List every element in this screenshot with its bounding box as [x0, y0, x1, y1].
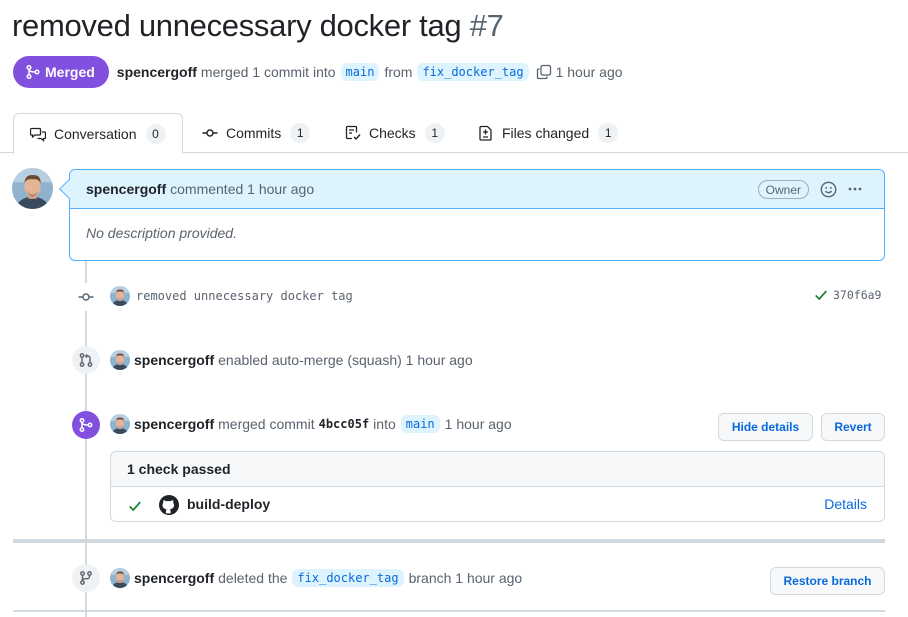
merged-state-badge: Merged — [13, 56, 109, 88]
tab-checks-label: Checks — [369, 125, 416, 141]
pr-title: removed unnecessary docker tag #7 — [12, 8, 504, 44]
comment-discussion-icon — [30, 127, 46, 142]
tab-checks-counter: 1 — [424, 123, 445, 143]
git-pull-request-icon — [72, 346, 100, 374]
deleted-time-text: branch 1 hour ago — [408, 570, 523, 586]
merged-event: spencergoff merged commit 4bcc05f into m… — [110, 414, 512, 434]
pr-author-link[interactable]: spencergoff — [117, 64, 197, 80]
checklist-icon — [345, 125, 361, 141]
merged-time: 1 hour ago — [444, 416, 512, 432]
merged-text: merged commit — [218, 416, 315, 432]
comment-author-link[interactable]: spencergoff — [86, 181, 166, 197]
git-commit-icon — [202, 129, 218, 137]
file-diff-icon — [479, 125, 492, 141]
pr-number: #7 — [469, 8, 504, 43]
commit-author-avatar[interactable] — [110, 286, 130, 306]
automerge-text: enabled auto-merge (squash) 1 hour ago — [218, 352, 473, 368]
copy-icon[interactable] — [536, 64, 552, 80]
tab-checks[interactable]: Checks 1 — [345, 113, 445, 153]
commit-message-link[interactable]: removed unnecessary docker tag — [136, 289, 353, 303]
tab-files-changed-label: Files changed — [502, 125, 590, 141]
tab-conversation[interactable]: Conversation 0 — [13, 113, 183, 154]
merged-base-branch-label[interactable]: main — [400, 415, 440, 433]
hide-details-button[interactable]: Hide details — [718, 413, 813, 441]
deleted-branch-label: fix_docker_tag — [292, 569, 404, 587]
automerge-event: spencergoff enabled auto-merge (squash) … — [110, 350, 473, 370]
check-name: build-deploy — [187, 496, 271, 512]
check-row: build-deploy Details — [111, 487, 884, 521]
kebab-horizontal-icon[interactable] — [847, 181, 863, 200]
merge-summary-text: merged 1 commit into — [200, 64, 336, 80]
automerge-author-link[interactable]: spencergoff — [134, 352, 214, 368]
git-merge-icon — [72, 411, 100, 439]
check-icon — [128, 499, 142, 516]
restore-branch-button[interactable]: Restore branch — [770, 567, 885, 595]
deleted-branch-event: spencergoff deleted the fix_docker_tag b… — [110, 568, 522, 588]
merged-state-label: Merged — [45, 64, 95, 80]
tab-commits-label: Commits — [226, 125, 282, 141]
add-reaction-icon[interactable] — [820, 181, 837, 201]
owner-badge: Owner — [757, 180, 809, 199]
checks-summary-box: 1 check passed build-deploy Details — [110, 451, 885, 522]
tab-commits-counter: 1 — [290, 123, 311, 143]
git-merge-icon — [26, 64, 40, 80]
pr-title-text: removed unnecessary docker tag — [12, 8, 462, 43]
revert-button[interactable]: Revert — [821, 413, 885, 441]
checks-summary-header: 1 check passed — [111, 452, 884, 487]
head-branch-label[interactable]: fix_docker_tag — [417, 63, 529, 81]
check-icon — [815, 290, 827, 301]
automerge-author-avatar[interactable] — [110, 350, 130, 370]
github-mark-icon — [159, 495, 179, 515]
check-details-link[interactable]: Details — [824, 496, 867, 512]
tab-conversation-counter: 0 — [145, 123, 166, 144]
git-branch-icon — [72, 564, 100, 592]
deleted-text: deleted the — [218, 570, 288, 586]
commit-event: removed unnecessary docker tag — [110, 286, 353, 306]
deleted-author-avatar[interactable] — [110, 568, 130, 588]
tab-files-changed[interactable]: Files changed 1 — [478, 113, 619, 153]
commit-status: 370f6a9 — [814, 288, 881, 302]
tab-conversation-label: Conversation — [54, 125, 137, 142]
pr-description-comment: spencergoff commented 1 hour ago Owner N… — [59, 169, 885, 261]
comment-body: No description provided. — [86, 225, 237, 241]
comment-timestamp: commented 1 hour ago — [170, 181, 315, 197]
merged-into-text: into — [373, 416, 396, 432]
commit-sha-link[interactable]: 370f6a9 — [833, 288, 881, 302]
comment-author-avatar[interactable] — [12, 168, 53, 209]
tab-files-changed-counter: 1 — [598, 123, 619, 143]
tab-commits[interactable]: Commits 1 — [202, 113, 311, 153]
merged-author-avatar[interactable] — [110, 414, 130, 434]
git-commit-icon — [72, 283, 100, 311]
from-text: from — [384, 64, 413, 80]
base-branch-label[interactable]: main — [340, 63, 380, 81]
timeline-divider-thick — [13, 539, 885, 543]
pr-meta: Merged spencergoff merged 1 commit into … — [13, 56, 623, 88]
pr-time: 1 hour ago — [555, 64, 623, 80]
timeline-divider-bottom — [13, 610, 885, 612]
merge-commit-sha-link[interactable]: 4bcc05f — [319, 417, 370, 431]
pr-tabs: Conversation 0 Commits 1 Checks 1 Files … — [0, 113, 908, 154]
deleted-author-link[interactable]: spencergoff — [134, 570, 214, 586]
merged-author-link[interactable]: spencergoff — [134, 416, 214, 432]
